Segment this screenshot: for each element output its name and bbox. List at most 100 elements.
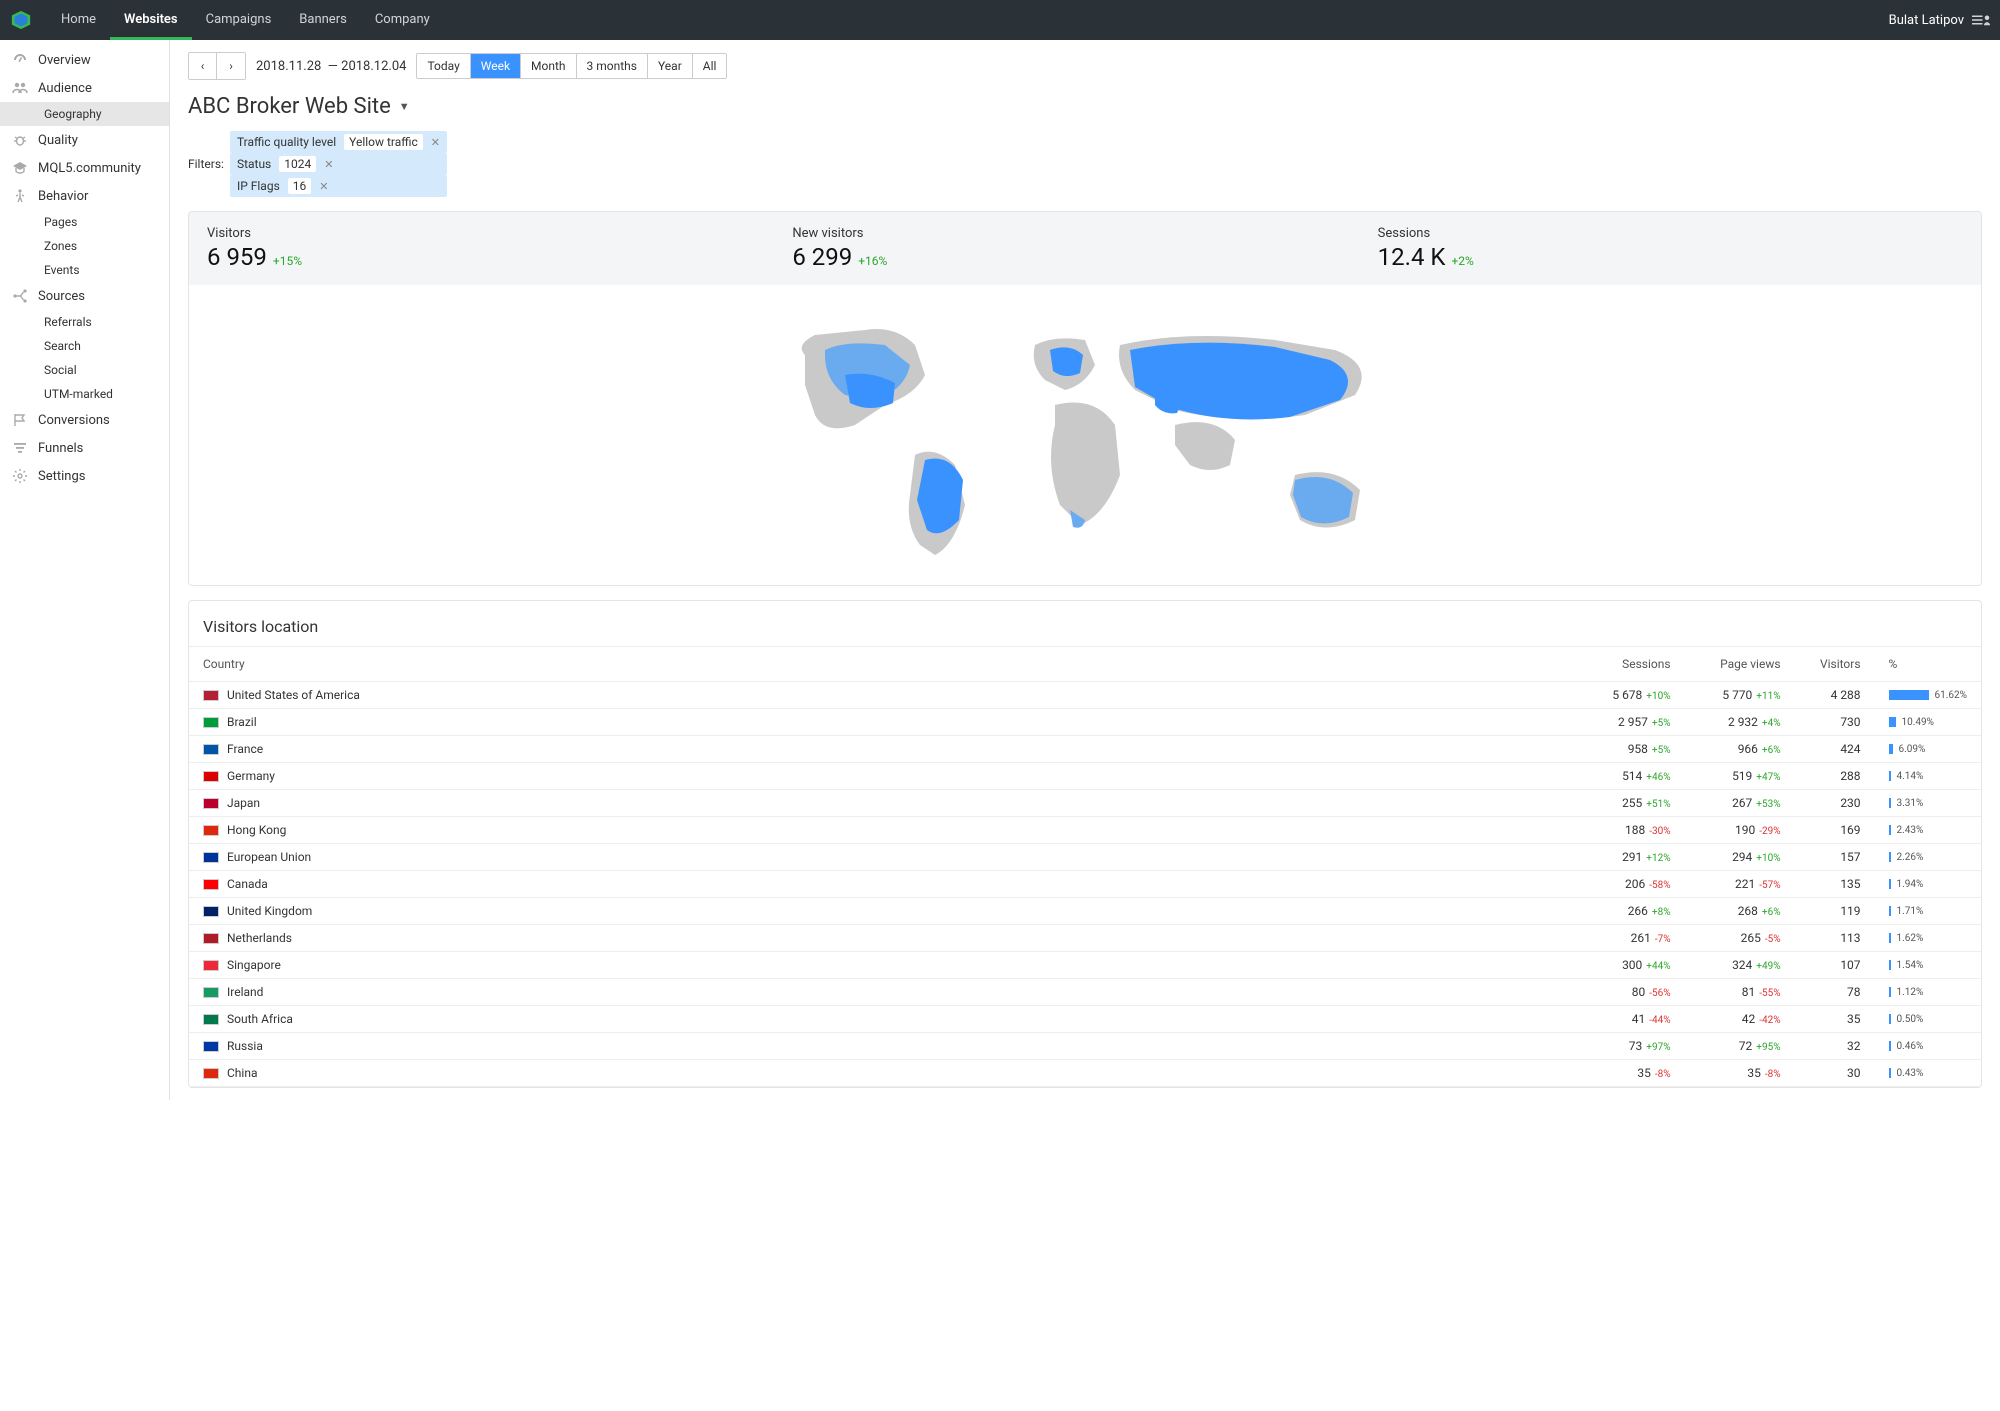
nav-home[interactable]: Home [47,0,110,40]
nav-websites[interactable]: Websites [110,0,192,40]
chip-remove-icon[interactable]: ✕ [324,158,333,171]
table-row[interactable]: Hong Kong188-30%190-29%1692.43% [189,817,1981,844]
summary-panel: Visitors 6 959+15% New visitors 6 299+16… [188,211,1982,285]
next-period-button[interactable]: › [217,53,245,79]
filter-chip[interactable]: Status 1024 ✕ [230,153,447,175]
flag-icon [203,717,219,728]
table-row[interactable]: France958+5%966+6%4246.09% [189,736,1981,763]
top-bar: HomeWebsitesCampaignsBannersCompany Bula… [0,0,2000,40]
sidebar-item-behavior[interactable]: Behavior [0,182,169,210]
sidebar-sub-search[interactable]: Search [0,334,169,358]
table-row[interactable]: China35-8%35-8%300.43% [189,1060,1981,1087]
main-content: ‹ › 2018.11.28 — 2018.12.04 TodayWeekMon… [170,40,2000,1100]
sidebar-sub-utm[interactable]: UTM-marked [0,382,169,406]
flag-icon [203,1014,219,1025]
prev-period-button[interactable]: ‹ [189,53,217,79]
table-row[interactable]: Brazil2 957+5%2 932+4%73010.49% [189,709,1981,736]
sidebar-item-conversions[interactable]: Conversions [0,406,169,434]
branch-icon [12,288,28,304]
range-month[interactable]: Month [521,54,576,78]
toolbar: ‹ › 2018.11.28 — 2018.12.04 TodayWeekMon… [188,52,1982,80]
sidebar-item-mql5[interactable]: MQL5.community [0,154,169,182]
world-map-svg [735,295,1435,575]
range-picker: TodayWeekMonth3 monthsYearAll [416,53,727,79]
filters-label: Filters: [188,157,224,171]
gauge-icon [12,52,28,68]
chip-remove-icon[interactable]: ✕ [431,136,440,149]
sidebar-sub-zones[interactable]: Zones [0,234,169,258]
chip-remove-icon[interactable]: ✕ [319,180,328,193]
table-row[interactable]: European Union291+12%294+10%1572.26% [189,844,1981,871]
table-row[interactable]: United Kingdom266+8%268+6%1191.71% [189,898,1981,925]
nav-campaigns[interactable]: Campaigns [192,0,286,40]
range-all[interactable]: All [693,54,727,78]
gear-icon [12,468,28,484]
col-pageviews[interactable]: Page views [1685,647,1795,682]
nav-banners[interactable]: Banners [285,0,361,40]
range-week[interactable]: Week [471,54,521,78]
flag-icon [203,852,219,863]
walk-icon [12,188,28,204]
nav-company[interactable]: Company [361,0,444,40]
user-switch-icon [1972,13,1990,27]
range-3months[interactable]: 3 months [577,54,648,78]
flag-icon [203,906,219,917]
flag-icon [203,690,219,701]
sidebar-item-funnels[interactable]: Funnels [0,434,169,462]
user-menu[interactable]: Bulat Latipov [1889,13,1990,28]
table-row[interactable]: Japan255+51%267+53%2303.31% [189,790,1981,817]
funnel-icon [12,440,28,456]
sidebar-item-overview[interactable]: Overview [0,46,169,74]
flag-icon [203,744,219,755]
sidebar-item-audience[interactable]: Audience [0,74,169,102]
sidebar: Overview Audience Geography Quality MQL5… [0,40,170,1100]
col-percent[interactable]: % [1875,647,1981,682]
date-range[interactable]: 2018.11.28 — 2018.12.04 [256,59,406,74]
sidebar-sub-events[interactable]: Events [0,258,169,282]
col-visitors[interactable]: Visitors [1795,647,1875,682]
sidebar-item-settings[interactable]: Settings [0,462,169,490]
summary-sessions: Sessions 12.4 K+2% [1378,226,1963,271]
top-nav: HomeWebsitesCampaignsBannersCompany [47,0,444,40]
flag-icon [203,987,219,998]
sidebar-item-sources[interactable]: Sources [0,282,169,310]
date-nav: ‹ › [188,52,246,80]
table-row[interactable]: South Africa41-44%42-42%350.50% [189,1006,1981,1033]
flag-icon [203,879,219,890]
sidebar-sub-social[interactable]: Social [0,358,169,382]
sidebar-sub-referrals[interactable]: Referrals [0,310,169,334]
table-row[interactable]: Russia73+97%72+95%320.46% [189,1033,1981,1060]
world-map [188,285,1982,586]
filter-chip[interactable]: IP Flags 16 ✕ [230,175,447,197]
table-row[interactable]: Singapore300+44%324+49%1071.54% [189,952,1981,979]
summary-new-visitors: New visitors 6 299+16% [792,226,1377,271]
caret-down-icon: ▼ [399,100,410,113]
flag-icon [203,960,219,971]
flag-icon [12,412,28,428]
col-sessions[interactable]: Sessions [1575,647,1685,682]
page-title[interactable]: ABC Broker Web Site ▼ [188,94,1982,119]
user-name: Bulat Latipov [1889,13,1964,28]
flag-icon [203,1041,219,1052]
app-logo-icon [10,9,32,31]
flag-icon [203,825,219,836]
bug-icon [12,132,28,148]
flag-icon [203,798,219,809]
summary-visitors: Visitors 6 959+15% [207,226,792,271]
table-row[interactable]: Canada206-58%221-57%1351.94% [189,871,1981,898]
range-year[interactable]: Year [648,54,693,78]
sidebar-sub-pages[interactable]: Pages [0,210,169,234]
table-row[interactable]: Ireland80-56%81-55%781.12% [189,979,1981,1006]
sidebar-sub-geography[interactable]: Geography [0,102,169,126]
table-row[interactable]: Netherlands261-7%265-5%1131.62% [189,925,1981,952]
flag-icon [203,933,219,944]
visitors-location-card: Visitors location Country Sessions Page … [188,600,1982,1088]
filter-chip[interactable]: Traffic quality level Yellow traffic ✕ [230,131,447,153]
table-title: Visitors location [189,601,1981,646]
table-row[interactable]: Germany514+46%519+47%2884.14% [189,763,1981,790]
col-country[interactable]: Country [189,647,1575,682]
sidebar-item-quality[interactable]: Quality [0,126,169,154]
range-today[interactable]: Today [417,54,470,78]
filters-bar: Filters: Traffic quality level Yellow tr… [188,131,1982,197]
table-row[interactable]: United States of America5 678+10%5 770+1… [189,682,1981,709]
